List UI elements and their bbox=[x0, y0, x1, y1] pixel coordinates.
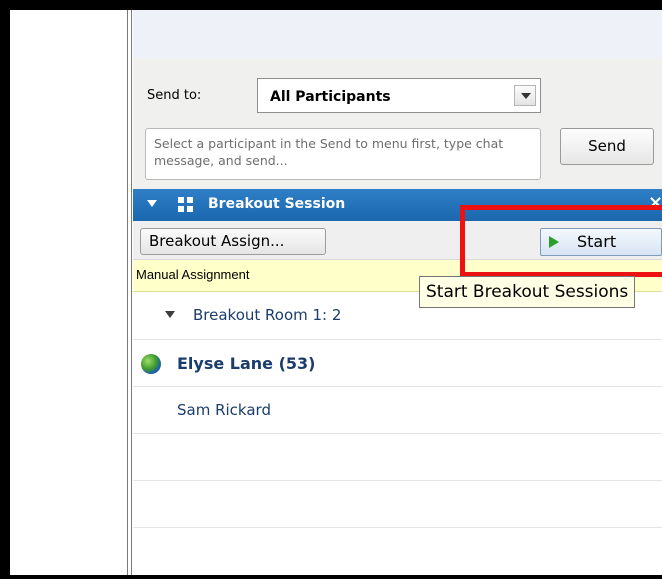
chat-message-input[interactable]: Select a participant in the Send to menu… bbox=[145, 128, 541, 180]
participant-name: Sam Rickard bbox=[177, 401, 271, 419]
app-window: Send to: All Participants Select a parti… bbox=[10, 10, 662, 575]
panel-divider-line bbox=[131, 10, 132, 575]
participant-row[interactable]: Elyse Lane (53) bbox=[133, 340, 662, 387]
assignment-mode-label: Manual Assignment bbox=[136, 267, 250, 282]
empty-list-row bbox=[133, 434, 662, 481]
send-to-label: Send to: bbox=[147, 88, 202, 103]
chevron-down-icon bbox=[521, 93, 531, 99]
empty-list-row bbox=[133, 481, 662, 528]
panel-top-area bbox=[133, 10, 662, 59]
expand-arrow-icon[interactable] bbox=[165, 311, 175, 318]
screenshot-frame: Send to: All Participants Select a parti… bbox=[0, 0, 662, 579]
send-to-dropdown[interactable]: All Participants bbox=[257, 78, 541, 113]
send-button[interactable]: Send bbox=[560, 128, 654, 165]
empty-list-row bbox=[133, 528, 662, 574]
start-tooltip: Start Breakout Sessions bbox=[419, 276, 636, 308]
breakout-grid-icon bbox=[178, 197, 194, 213]
send-to-value: All Participants bbox=[270, 89, 391, 105]
participant-row[interactable]: Sam Rickard bbox=[133, 387, 662, 434]
panel-divider-line bbox=[127, 10, 128, 575]
left-gutter bbox=[10, 10, 127, 575]
globe-icon bbox=[141, 354, 161, 374]
message-placeholder: Select a participant in the Send to menu… bbox=[154, 136, 504, 168]
participant-name: Elyse Lane (53) bbox=[177, 354, 316, 373]
breakout-room-label: Breakout Room 1: 2 bbox=[193, 306, 342, 324]
highlight-box bbox=[460, 205, 662, 277]
breakout-session-title: Breakout Session bbox=[208, 196, 346, 212]
breakout-assign-button[interactable]: Breakout Assign... bbox=[140, 228, 326, 255]
collapse-arrow-icon[interactable] bbox=[147, 200, 157, 207]
right-panel: Send to: All Participants Select a parti… bbox=[133, 10, 662, 575]
dropdown-button[interactable] bbox=[514, 85, 536, 106]
chat-compose-area: Send to: All Participants Select a parti… bbox=[133, 58, 662, 189]
